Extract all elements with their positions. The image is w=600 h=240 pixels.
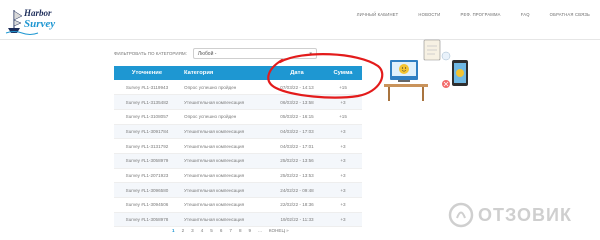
nav-item-referral[interactable]: Реф. программа: [460, 12, 500, 17]
cell-date: 25/02/22 - 13:53: [270, 168, 324, 184]
nav-item-faq[interactable]: FAQ: [521, 12, 530, 17]
nav-item-news[interactable]: Новости: [418, 12, 440, 17]
cell-amount: +15: [324, 80, 362, 96]
cell-reference: Survey #L1-3096580: [114, 182, 180, 198]
cell-reference: Survey #L1-3108057: [114, 109, 180, 125]
site-header: Harbor Survey Личный кабинет Новости Реф…: [0, 0, 600, 40]
cell-date: 05/03/22 - 16:15: [270, 109, 324, 125]
cell-reference: Survey #L1-2071923: [114, 168, 180, 184]
column-header-amount: Сумма: [324, 66, 362, 80]
cell-reference: Survey #L1-3131792: [114, 138, 180, 154]
cell-amount: +3: [324, 182, 362, 198]
page-link-last[interactable]: Конец »: [269, 228, 289, 233]
page-link-7[interactable]: 7: [229, 228, 232, 233]
cell-reference: Survey #L1-3135482: [114, 94, 180, 110]
watermark-text: ОТЗОВИК: [478, 204, 572, 225]
table-row: Survey #L1-3094506 Утешительная компенса…: [114, 197, 362, 213]
cell-category: Утешительная компенсация: [180, 182, 270, 198]
page-link-9[interactable]: 9: [249, 228, 252, 233]
page-link-8[interactable]: 8: [239, 228, 242, 233]
cell-amount: +3: [324, 94, 362, 110]
cell-amount: +3: [324, 153, 362, 169]
pagination: 1 2 3 4 5 6 7 8 9 ... Конец »: [172, 228, 289, 233]
page-link-3[interactable]: 3: [191, 228, 194, 233]
cell-reference: Survey #L1-3119943: [114, 80, 180, 96]
cell-category: Утешительная компенсация: [180, 94, 270, 110]
main-nav: Личный кабинет Новости Реф. программа FA…: [357, 12, 590, 17]
otzovik-watermark: ОТЗОВИК: [448, 200, 588, 230]
cell-category: Утешительная компенсация: [180, 168, 270, 184]
table-row: Survey #L1-3058978 Утешительная компенса…: [114, 212, 362, 228]
cell-date: 07/03/22 - 14:13: [270, 80, 324, 96]
category-select-value: Любой -: [197, 50, 217, 57]
cell-date: 04/03/22 - 17:01: [270, 138, 324, 154]
column-header-category: Категория: [180, 66, 270, 80]
page-link-6[interactable]: 6: [220, 228, 223, 233]
cell-category: Утешительная компенсация: [180, 138, 270, 154]
table-row: Survey #L1-3119943 Опрос успешно пройден…: [114, 80, 362, 96]
cell-date: 04/03/22 - 17:03: [270, 124, 324, 140]
cell-date: 06/03/22 - 13:58: [270, 94, 324, 110]
page-link-ellipsis[interactable]: ...: [258, 228, 262, 233]
svg-text:Survey: Survey: [24, 18, 55, 30]
nav-item-feedback[interactable]: Обратная связь: [550, 12, 590, 17]
table-row: Survey #L1-2071923 Утешительная компенса…: [114, 168, 362, 184]
cell-amount: +3: [324, 212, 362, 228]
cell-date: 25/02/22 - 13:56: [270, 153, 324, 169]
svg-text:Harbor: Harbor: [23, 8, 52, 18]
filter-label: Фильтровать по категориям:: [114, 51, 187, 56]
cell-date: 19/02/22 - 11:33: [270, 212, 324, 228]
column-header-date: Дата: [270, 66, 324, 80]
category-select[interactable]: Любой - ▾: [192, 48, 317, 59]
chevron-down-icon: ▾: [309, 50, 312, 57]
page-link-4[interactable]: 4: [201, 228, 204, 233]
otzovik-logo-icon: [448, 202, 474, 228]
cell-amount: +15: [324, 109, 362, 125]
cell-date: 22/02/22 - 18:36: [270, 197, 324, 213]
cell-category: Утешительная компенсация: [180, 153, 270, 169]
transactions-table: Уточнение Категория Дата Сумма Survey #L…: [114, 66, 362, 228]
cell-reference: Survey #L1-3091784: [114, 124, 180, 140]
cell-category: Опрос успешно пройден: [180, 109, 270, 125]
table-row: Survey #L1-3096580 Утешительная компенса…: [114, 182, 362, 198]
cell-category: Утешительная компенсация: [180, 197, 270, 213]
table-row: Survey #L1-3135482 Утешительная компенса…: [114, 94, 362, 110]
page-link-2[interactable]: 2: [182, 228, 185, 233]
cell-reference: Survey #L1-3058979: [114, 153, 180, 169]
column-header-reference: Уточнение: [114, 66, 180, 80]
cell-amount: +3: [324, 124, 362, 140]
survey-illustration: [384, 39, 468, 101]
cell-category: Утешительная компенсация: [180, 124, 270, 140]
cell-reference: Survey #L1-3094506: [114, 197, 180, 213]
page-link-5[interactable]: 5: [210, 228, 213, 233]
cell-amount: +3: [324, 138, 362, 154]
harbor-survey-logo[interactable]: Harbor Survey: [4, 2, 66, 36]
cell-category: Опрос успешно пройден: [180, 80, 270, 96]
cell-amount: +3: [324, 197, 362, 213]
table-row: Survey #L1-3131792 Утешительная компенса…: [114, 138, 362, 154]
nav-item-account[interactable]: Личный кабинет: [357, 12, 399, 17]
cell-reference: Survey #L1-3058978: [114, 212, 180, 228]
cell-category: Утешительная компенсация: [180, 212, 270, 228]
cell-amount: +3: [324, 168, 362, 184]
table-row: Survey #L1-3058979 Утешительная компенса…: [114, 153, 362, 169]
table-row: Survey #L1-3108057 Опрос успешно пройден…: [114, 109, 362, 125]
table-header-row: Уточнение Категория Дата Сумма: [114, 66, 362, 80]
page-link-1[interactable]: 1: [172, 228, 175, 233]
cell-date: 24/02/22 - 09:48: [270, 182, 324, 198]
table-row: Survey #L1-3091784 Утешительная компенса…: [114, 124, 362, 140]
category-filter: Фильтровать по категориям: Любой - ▾: [114, 48, 317, 59]
